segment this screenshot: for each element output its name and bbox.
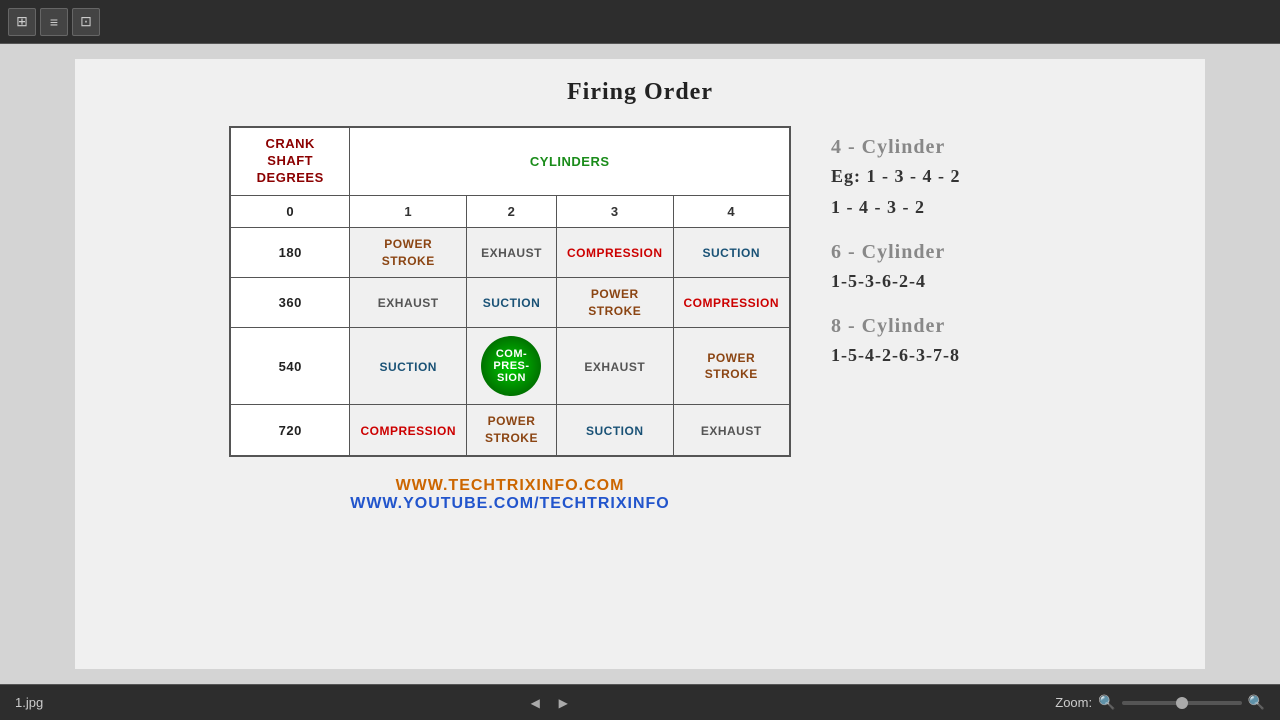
degree-540: 540 <box>230 328 350 405</box>
cell-360-1: EXHAUST <box>350 278 467 328</box>
4-cyl-title: 4 - Cylinder <box>831 136 1051 159</box>
6-cyl-title: 6 - Cylinder <box>831 241 1051 264</box>
page-title: Firing Order <box>567 79 713 106</box>
cell-360-3: POWERSTROKE <box>556 278 673 328</box>
content-wrapper: CRANKSHAFTDEGREES CYLINDERS 0 1 2 3 4 <box>105 126 1175 512</box>
main-area: Firing Order CRANKSHAFTDEGREES CYLINDERS <box>0 44 1280 684</box>
cell-540-1: SUCTION <box>350 328 467 405</box>
8-cyl-order: 1-5-4-2-6-3-7-8 <box>831 342 1051 369</box>
cyl-4-header: 4 <box>673 196 790 228</box>
cell-540-2: COM-PRES-SION <box>466 328 556 405</box>
cyl-1-header: 1 <box>350 196 467 228</box>
cell-720-2: POWERSTROKE <box>466 405 556 456</box>
website-link[interactable]: WWW.TECHTRIXINFO.COM <box>229 477 791 495</box>
table-header-row: CRANKSHAFTDEGREES CYLINDERS <box>230 127 790 195</box>
cylinders-header: CYLINDERS <box>350 127 790 195</box>
cell-540-3: EXHAUST <box>556 328 673 405</box>
degree-zero: 0 <box>230 196 350 228</box>
zoom-label: Zoom: <box>1055 695 1092 710</box>
zoom-out-icon[interactable]: 🔍 <box>1098 694 1115 711</box>
cell-540-4: POWERSTROKE <box>673 328 790 405</box>
statusbar: 1.jpg ◀ ▶ Zoom: 🔍 🔍 <box>0 684 1280 720</box>
8-cyl-title: 8 - Cylinder <box>831 315 1051 338</box>
cell-360-2: SUCTION <box>466 278 556 328</box>
zoom-in-icon[interactable]: 🔍 <box>1248 694 1265 711</box>
list-button[interactable]: ≡ <box>40 8 68 36</box>
cyl-3-header: 3 <box>556 196 673 228</box>
youtube-link[interactable]: WWW.YOUTUBE.COM/TECHTRIXINFO <box>229 495 791 513</box>
zoom-thumb <box>1176 697 1188 709</box>
table-row-180: 180 POWERSTROKE EXHAUST COMPRESSION SUCT… <box>230 228 790 278</box>
table-row-360: 360 EXHAUST SUCTION POWERSTROKE COMPRESS… <box>230 278 790 328</box>
filename-label: 1.jpg <box>15 695 43 710</box>
6-cylinder-group: 6 - Cylinder 1-5-3-6-2-4 <box>831 241 1051 295</box>
cell-180-4: SUCTION <box>673 228 790 278</box>
cell-720-4: EXHAUST <box>673 405 790 456</box>
cyl-numbers-row: 0 1 2 3 4 <box>230 196 790 228</box>
cell-360-4: COMPRESSION <box>673 278 790 328</box>
cell-720-1: COMPRESSION <box>350 405 467 456</box>
cell-180-1: POWERSTROKE <box>350 228 467 278</box>
statusbar-left: 1.jpg <box>15 695 43 710</box>
4-cyl-order-1: Eg: 1 - 3 - 4 - 2 <box>831 163 1051 190</box>
prev-arrow[interactable]: ◀ <box>525 693 545 713</box>
cell-180-2: EXHAUST <box>466 228 556 278</box>
cell-720-3: SUCTION <box>556 405 673 456</box>
footer-links: WWW.TECHTRIXINFO.COM WWW.YOUTUBE.COM/TEC… <box>229 477 791 513</box>
firing-order-table: CRANKSHAFTDEGREES CYLINDERS 0 1 2 3 4 <box>229 126 791 456</box>
crank-shaft-header: CRANKSHAFTDEGREES <box>230 127 350 195</box>
table-row-540: 540 SUCTION COM-PRES-SION EXHAUST POWERS… <box>230 328 790 405</box>
cyl-2-header: 2 <box>466 196 556 228</box>
toolbar: ⊞ ≡ ⊡ <box>0 0 1280 44</box>
detail-button[interactable]: ⊡ <box>72 8 100 36</box>
document-page: Firing Order CRANKSHAFTDEGREES CYLINDERS <box>75 59 1205 669</box>
cell-180-3: COMPRESSION <box>556 228 673 278</box>
zoom-section: Zoom: 🔍 🔍 <box>1055 694 1265 711</box>
degree-360: 360 <box>230 278 350 328</box>
8-cylinder-group: 8 - Cylinder 1-5-4-2-6-3-7-8 <box>831 315 1051 369</box>
table-row-720: 720 COMPRESSION POWERSTROKE SUCTION EXHA… <box>230 405 790 456</box>
4-cyl-order-2: 1 - 4 - 3 - 2 <box>831 194 1051 221</box>
degree-720: 720 <box>230 405 350 456</box>
4-cylinder-group: 4 - Cylinder Eg: 1 - 3 - 4 - 2 1 - 4 - 3… <box>831 136 1051 221</box>
degree-180: 180 <box>230 228 350 278</box>
6-cyl-order: 1-5-3-6-2-4 <box>831 268 1051 295</box>
firing-table-wrapper: CRANKSHAFTDEGREES CYLINDERS 0 1 2 3 4 <box>229 126 791 512</box>
info-panel: 4 - Cylinder Eg: 1 - 3 - 4 - 2 1 - 4 - 3… <box>831 126 1051 369</box>
grid-button[interactable]: ⊞ <box>8 8 36 36</box>
compression-green-circle: COM-PRES-SION <box>481 336 541 396</box>
zoom-slider[interactable] <box>1122 701 1242 705</box>
next-arrow[interactable]: ▶ <box>553 693 573 713</box>
statusbar-nav: ◀ ▶ <box>525 693 573 713</box>
